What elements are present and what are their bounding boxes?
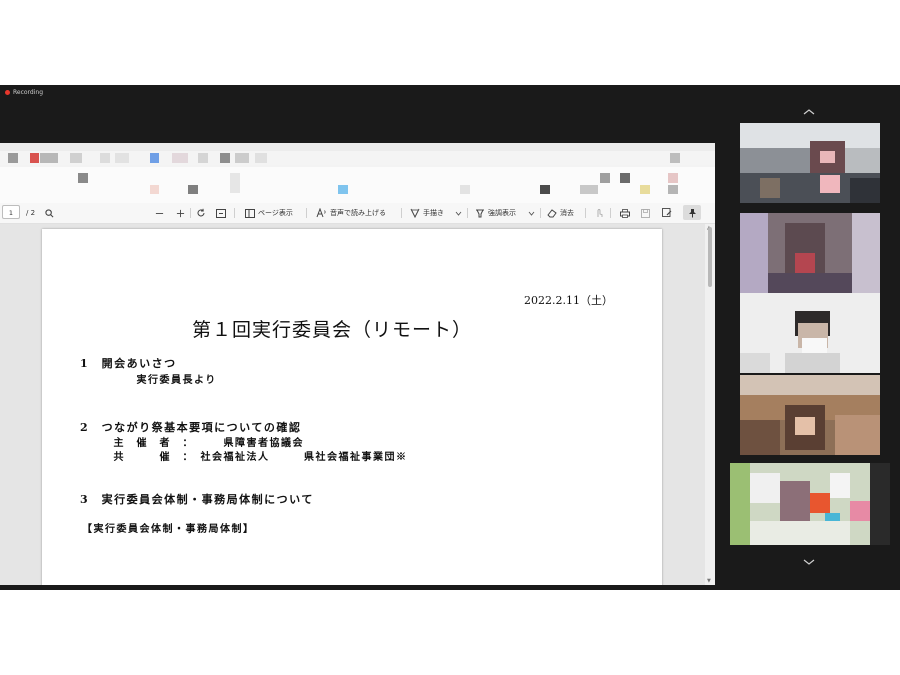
save-icon [641,208,650,218]
document-date: 2022.2.11（土） [524,294,613,307]
zoom-out-icon [155,212,164,214]
toolbar-divider [401,208,402,218]
touch-button[interactable] [595,203,604,223]
pin-icon [688,208,696,217]
chevron-up-icon [803,109,815,115]
save-as-button[interactable] [662,203,672,223]
pdf-page: 2022.2.11（土） 第１回実行委員会（リモート） 1 開会あいさつ 実行委… [42,229,662,585]
page-number-input[interactable]: 1 [2,205,20,219]
section-line: 主 催 者 ： 県障害者協議会 [102,438,304,449]
section-line: 【実行委員会体制・事務局体制】 [82,524,255,535]
erase-label: 消去 [560,209,574,217]
toolbar-divider [234,208,235,218]
section-heading: 3 実行委員会体制・事務局体制について [80,493,314,506]
highlight-icon [476,209,484,218]
search-icon [45,208,54,217]
toolbar-divider [306,208,307,218]
print-button[interactable] [620,203,630,223]
section-line: 共 催 ： 社会福祉法人 県社会福祉事業団※ [102,452,408,463]
participant-video-tile[interactable] [740,213,880,293]
page-view-button[interactable]: ページ表示 [245,203,293,223]
fit-icon [216,208,226,218]
erase-icon [547,209,557,218]
participant-gallery [730,85,900,590]
search-button[interactable] [45,203,54,223]
participant-video-tile[interactable] [740,375,880,455]
toolbar-divider [540,208,541,218]
chevron-down-icon [528,211,535,216]
touch-icon [597,209,603,217]
chevron-down-icon [455,211,462,216]
gallery-scroll-up-button[interactable] [802,107,816,117]
recording-indicator: Recording [5,89,43,96]
recording-label: Recording [13,89,44,96]
page-view-label: ページ表示 [258,209,293,217]
print-icon [620,208,630,218]
pin-toolbar-button[interactable] [683,205,701,220]
read-aloud-icon [316,208,326,218]
highlight-options-chevron[interactable] [528,203,535,223]
draw-button[interactable]: 手描き [410,203,444,223]
draw-options-chevron[interactable] [455,203,462,223]
section-heading: 2 つながり祭基本要項についての確認 [80,421,302,434]
pdf-viewer[interactable]: 2022.2.11（土） 第１回実行委員会（リモート） 1 開会あいさつ 実行委… [0,224,705,585]
section-line: 実行委員長より [102,375,217,386]
erase-button[interactable]: 消去 [547,203,574,223]
document-title: 第１回実行委員会（リモート） [192,319,473,341]
toolbar-divider [610,208,611,218]
recording-dot-icon [5,90,10,95]
highlight-button[interactable]: 強調表示 [475,203,516,223]
save-as-icon [662,208,672,217]
toolbar-divider [190,208,191,218]
blurred-tab-strip [0,151,715,165]
shared-screen: 1 / 2 ページ表示 音声で読み上げる 手描き 強調表示 消去 2022.2.… [0,143,715,585]
read-aloud-label: 音声で読み上げる [330,209,386,217]
rotate-icon [197,208,205,217]
participant-video-tile[interactable] [740,293,880,373]
pdf-toolbar: 1 / 2 ページ表示 音声で読み上げる 手描き 強調表示 消去 [0,203,715,224]
toolbar-divider [585,208,586,218]
draw-label: 手描き [423,209,444,217]
section-heading: 1 開会あいさつ [80,357,177,370]
draw-icon [410,208,420,218]
page-total: / 2 [26,203,35,223]
participant-video-tile[interactable] [730,463,890,545]
zoom-in-icon [176,209,185,217]
scroll-down-icon: ▼ [707,578,711,584]
fit-page-button[interactable] [216,203,226,223]
zoom-out-button[interactable] [155,203,164,223]
zoom-in-button[interactable] [176,203,185,223]
gallery-scroll-down-button[interactable] [802,557,816,567]
meeting-window: Recording 1 / 2 ページ表示 音声で読み上げる 手描き 強調表示 … [0,85,900,590]
page-total-label: / 2 [26,209,36,217]
vertical-scrollbar[interactable]: ▲ ▼ [705,224,715,585]
save-button[interactable] [641,203,650,223]
rotate-button[interactable] [196,203,206,223]
page-view-icon [245,208,255,218]
chevron-down-icon [803,559,815,565]
scrollbar-thumb[interactable] [708,227,712,287]
read-aloud-button[interactable]: 音声で読み上げる [316,203,386,223]
toolbar-divider [467,208,468,218]
participant-video-tile[interactable] [740,123,880,203]
highlight-label: 強調表示 [488,209,516,217]
blurred-address-bar [0,167,715,203]
